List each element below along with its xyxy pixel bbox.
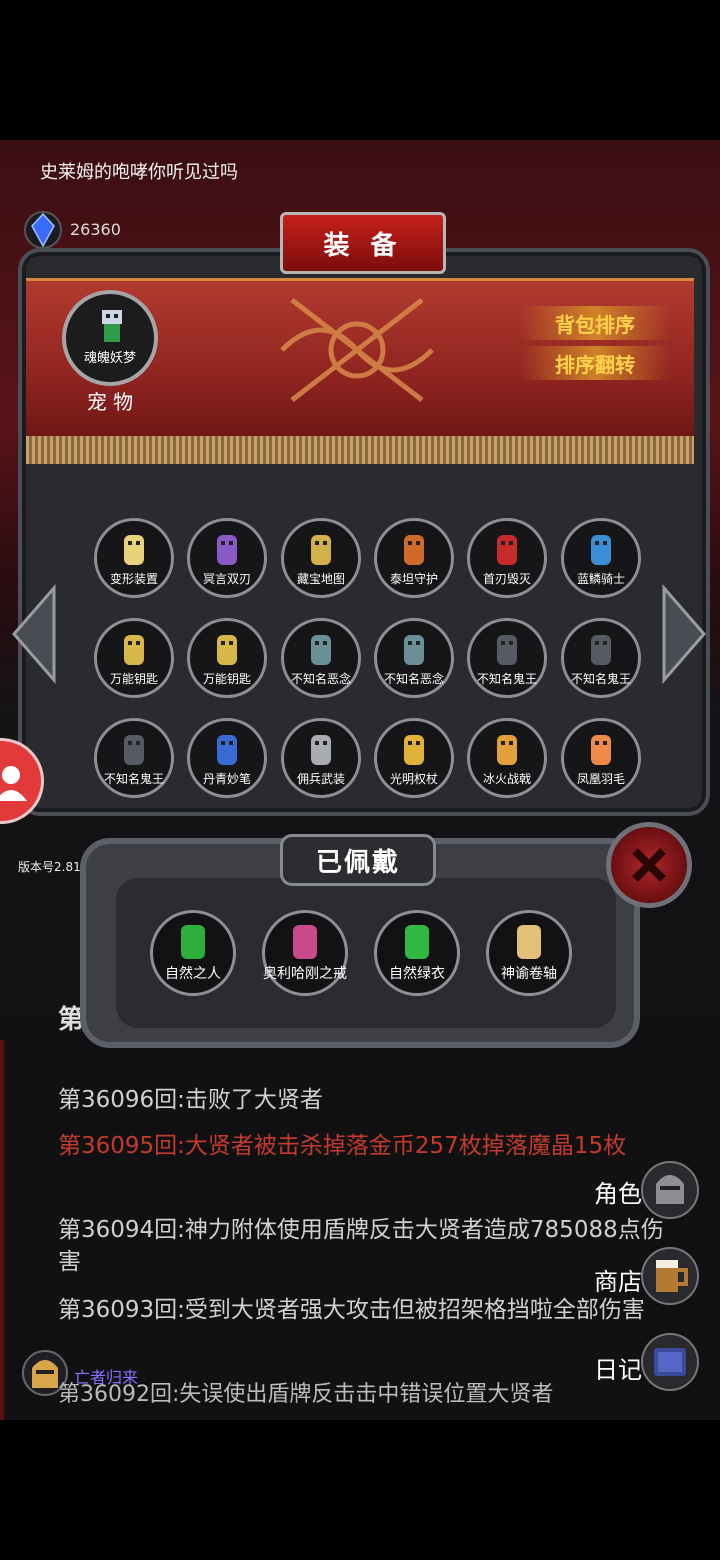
skull-staff-icon (124, 535, 144, 565)
inventory-item-label: 冰火战戟 (482, 772, 531, 786)
inventory-item[interactable]: 丹青妙笔 (187, 718, 267, 798)
inventory-item-label: 首刃毁灭 (482, 572, 531, 586)
sort-bag-button[interactable]: 背包排序 (520, 306, 670, 340)
worn-item[interactable]: 自然绿衣 (374, 910, 460, 996)
titan-armor-icon (404, 535, 424, 565)
log-line: 第36095回:大贤者被击杀掉落金币257枚掉落魔晶15枚 (58, 1133, 627, 1159)
pet-name: 魂魄妖梦 (83, 351, 136, 366)
inventory-item[interactable]: 变形装置 (94, 518, 174, 598)
inventory-item[interactable]: 不知名鬼王 (94, 718, 174, 798)
inventory-item-label: 佣兵武装 (296, 772, 345, 786)
reverse-sort-button[interactable]: 排序翻转 (520, 346, 670, 380)
arrow-right-icon[interactable] (660, 584, 708, 684)
log-line: 第36096回:击败了大贤者 (58, 1087, 323, 1113)
treasure-map-icon (311, 535, 331, 565)
scene-title: 史莱姆的咆哮你听见过吗 (40, 162, 238, 183)
user-icon (0, 766, 27, 801)
inventory-item[interactable]: 万能钥匙 (187, 618, 267, 698)
inventory-item-label: 不知名鬼王 (570, 672, 631, 686)
arrow-left-icon[interactable] (10, 584, 58, 684)
inventory-item[interactable]: 光明权杖 (374, 718, 454, 798)
inventory-item[interactable]: 不知名鬼王 (561, 618, 641, 698)
inventory-item[interactable]: 蓝鳞骑士 (561, 518, 641, 598)
log-line-partial: 第36092回:失误使出盾牌反击击中错误位置大贤者 (58, 1382, 554, 1407)
worn-item-label: 自然绿衣 (389, 966, 445, 982)
role-button[interactable]: 角色 (594, 1174, 642, 1209)
inventory-item-label: 万能钥匙 (202, 672, 251, 686)
mercenary-armor-icon (311, 735, 331, 765)
feather-icon (591, 735, 611, 765)
inventory-item[interactable]: 冥言双刃 (187, 518, 267, 598)
equipment-title: 装 备 (280, 212, 446, 274)
red-reaper-icon (497, 535, 517, 565)
pet-label: 宠 物 (86, 390, 134, 414)
log-line: 第36094回:神力附体使用盾牌反击大贤者造成785088点伤害 (58, 1217, 664, 1275)
worn-item[interactable]: 神谕卷轴 (486, 910, 572, 996)
pet-sprite-icon (102, 310, 122, 342)
inventory-item-label: 光明权杖 (389, 772, 438, 786)
inventory-item-label: 不知名恶念 (383, 672, 444, 686)
inventory-item-label: 变形装置 (109, 572, 158, 586)
scepter-icon (404, 735, 424, 765)
ghost-king-icon (124, 735, 144, 765)
ghost-king-icon (591, 635, 611, 665)
inventory-item[interactable]: 首刃毁灭 (467, 518, 547, 598)
key-icon (124, 635, 144, 665)
inventory-item-label: 冥言双刃 (202, 572, 251, 586)
inventory-item[interactable]: 藏宝地图 (281, 518, 361, 598)
worn-item[interactable]: 奥利哈刚之戒 (262, 910, 348, 996)
ghost-icon (404, 635, 424, 665)
worn-item-label: 自然之人 (165, 966, 221, 982)
halberd-icon (497, 735, 517, 765)
inventory-item-label: 泰坦守护 (389, 572, 438, 586)
banner-fringe (26, 436, 694, 464)
beer-mug-icon (641, 1247, 699, 1305)
book-icon (641, 1333, 699, 1391)
inventory-item-label: 不知名鬼王 (476, 672, 537, 686)
inventory-item-label: 蓝鳞骑士 (576, 572, 625, 586)
helmet-icon (641, 1161, 699, 1219)
worn-item[interactable]: 自然之人 (150, 910, 236, 996)
inventory-item[interactable]: 冰火战戟 (467, 718, 547, 798)
green-robe-icon (405, 925, 429, 959)
ghost-icon (311, 635, 331, 665)
ring-icon (293, 925, 317, 959)
scroll-icon (517, 925, 541, 959)
gem-icon (24, 211, 62, 249)
inventory-item[interactable]: 不知名鬼王 (467, 618, 547, 698)
close-button[interactable] (606, 822, 692, 908)
pet-slot[interactable]: 魂魄妖梦 (62, 290, 158, 386)
inventory-item[interactable]: 佣兵武装 (281, 718, 361, 798)
worn-item-label: 奥利哈刚之戒 (263, 966, 347, 982)
inventory-item[interactable]: 不知名恶念 (281, 618, 361, 698)
twin-blades-icon (217, 535, 237, 565)
brush-icon (217, 735, 237, 765)
inventory-item-label: 丹青妙笔 (202, 772, 251, 786)
game-scene: 史莱姆的咆哮你听见过吗 26360 装 备 魂魄妖梦 宠 物 背包排序 排序翻转… (0, 140, 720, 1420)
inventory-item-label: 藏宝地图 (296, 572, 345, 586)
nature-man-icon (181, 925, 205, 959)
shop-button[interactable]: 商店 (594, 1262, 642, 1297)
key-icon (217, 635, 237, 665)
inventory-item-label: 不知名鬼王 (103, 772, 164, 786)
inventory-item[interactable]: 万能钥匙 (94, 618, 174, 698)
gem-count: 26360 (70, 220, 121, 239)
crossed-swords-emblem-icon (280, 298, 434, 402)
inventory-item[interactable]: 凤凰羽毛 (561, 718, 641, 798)
inventory-item[interactable]: 泰坦守护 (374, 518, 454, 598)
log-line: 第36093回:受到大贤者强大攻击但被招架格挡啦全部伤害 (58, 1297, 645, 1323)
close-icon (632, 848, 666, 882)
worn-item-label: 神谕卷轴 (501, 966, 557, 982)
inventory-item-label: 凤凰羽毛 (576, 772, 625, 786)
version-label: 版本号2.81 (18, 860, 81, 874)
blue-knight-icon (591, 535, 611, 565)
ghost-king-icon (497, 635, 517, 665)
inventory-item[interactable]: 不知名恶念 (374, 618, 454, 698)
worn-title: 已佩戴 (280, 834, 436, 886)
inventory-item-label: 万能钥匙 (109, 672, 158, 686)
diary-button[interactable]: 日记 (594, 1350, 642, 1385)
inventory-item-label: 不知名恶念 (290, 672, 351, 686)
